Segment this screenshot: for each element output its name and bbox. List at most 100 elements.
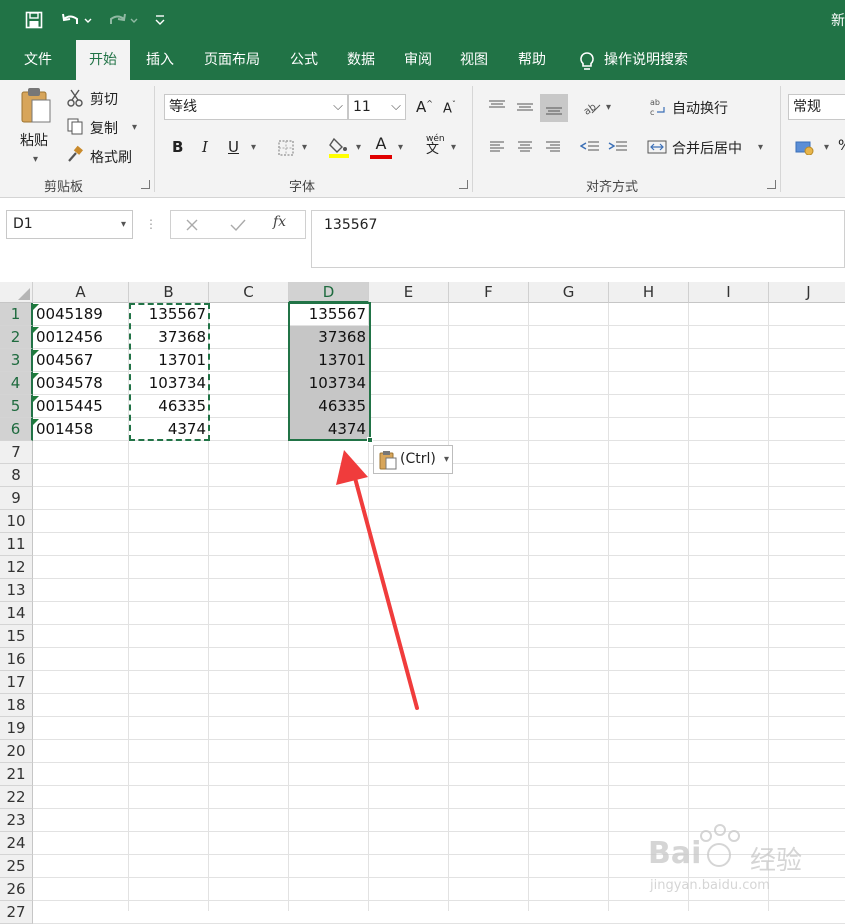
error-indicator-icon[interactable] [33, 419, 39, 425]
grow-font-button[interactable]: A^ [416, 98, 433, 116]
row-header-3[interactable]: 3 [0, 349, 33, 372]
row-header-8[interactable]: 8 [0, 464, 33, 487]
row-header-11[interactable]: 11 [0, 533, 33, 556]
row-header-23[interactable]: 23 [0, 809, 33, 832]
font-size-dropdown[interactable]: 11 ⌵ [348, 94, 406, 120]
decrease-indent-icon[interactable] [578, 134, 602, 160]
percent-style-button[interactable]: % [838, 138, 845, 154]
accounting-dropdown-icon[interactable]: ▾ [824, 142, 829, 153]
column-header-h[interactable]: H [609, 282, 689, 303]
column-header-f[interactable]: F [449, 282, 529, 303]
undo-icon[interactable] [58, 8, 94, 32]
row-header-5[interactable]: 5 [0, 395, 33, 418]
number-format-dropdown[interactable]: 常规 [788, 94, 845, 120]
clipboard-dialog-launcher-icon[interactable] [141, 180, 150, 189]
column-header-g[interactable]: G [529, 282, 609, 303]
wrap-text-button[interactable]: 自动换行 [672, 98, 728, 118]
tab-help[interactable]: 帮助 [508, 40, 556, 80]
row-header-12[interactable]: 12 [0, 556, 33, 579]
bold-button[interactable]: B [172, 138, 183, 156]
shrink-font-button[interactable]: Aˇ [443, 100, 456, 116]
redo-icon[interactable] [104, 8, 140, 32]
row-header-7[interactable]: 7 [0, 441, 33, 464]
orientation-dropdown-icon[interactable]: ▾ [606, 102, 611, 113]
row-header-14[interactable]: 14 [0, 602, 33, 625]
row-header-22[interactable]: 22 [0, 786, 33, 809]
cell-a5[interactable]: 0015445 [33, 395, 129, 418]
enter-icon[interactable] [227, 214, 249, 236]
name-box[interactable]: D1 ▾ [6, 210, 133, 239]
italic-button[interactable]: I [202, 138, 208, 156]
paste-options-button[interactable]: (Ctrl) ▾ [373, 445, 453, 474]
row-header-18[interactable]: 18 [0, 694, 33, 717]
tab-file[interactable]: 文件 [10, 40, 66, 80]
font-dialog-launcher-icon[interactable] [459, 180, 468, 189]
orientation-icon[interactable]: ab [580, 94, 604, 120]
cell-a2[interactable]: 0012456 [33, 326, 129, 349]
cell-a4[interactable]: 0034578 [33, 372, 129, 395]
fill-color-dropdown-icon[interactable]: ▾ [356, 142, 361, 153]
underline-button[interactable]: U [228, 138, 239, 156]
bottom-align-icon[interactable] [540, 94, 568, 122]
tab-data[interactable]: 数据 [336, 40, 386, 80]
row-header-27[interactable]: 27 [0, 901, 33, 924]
row-header-10[interactable]: 10 [0, 510, 33, 533]
formula-bar-grip-icon[interactable]: ⋮ [145, 214, 157, 234]
cell-a3[interactable]: 004567 [33, 349, 129, 372]
underline-dropdown-icon[interactable]: ▾ [251, 142, 256, 153]
column-header-a[interactable]: A [33, 282, 129, 303]
merge-dropdown-icon[interactable]: ▾ [758, 142, 763, 153]
name-box-dropdown-icon[interactable]: ▾ [121, 211, 126, 238]
font-color-dropdown-icon[interactable]: ▾ [398, 142, 403, 153]
font-name-dropdown[interactable]: 等线 ⌵ [164, 94, 348, 120]
middle-align-icon[interactable] [512, 94, 538, 120]
formula-input[interactable]: 135567 [311, 210, 845, 268]
row-header-16[interactable]: 16 [0, 648, 33, 671]
error-indicator-icon[interactable] [33, 327, 39, 333]
align-center-icon[interactable] [514, 134, 536, 160]
cancel-icon[interactable] [181, 214, 203, 236]
row-header-25[interactable]: 25 [0, 855, 33, 878]
top-align-icon[interactable] [484, 94, 510, 120]
row-header-1[interactable]: 1 [0, 303, 33, 326]
worksheet-grid[interactable]: ABCDEFGHIJ 1 2 3 4 5 6 7 8 9 10 11 12 13 14 15 16 17 18 19… [0, 282, 845, 924]
column-header-e[interactable]: E [369, 282, 449, 303]
cell-a1[interactable]: 0045189 [33, 303, 129, 326]
insert-function-button[interactable]: fx [273, 214, 286, 230]
row-header-17[interactable]: 17 [0, 671, 33, 694]
merge-center-button[interactable]: 合并后居中 [672, 138, 742, 158]
tab-review[interactable]: 审阅 [394, 40, 442, 80]
tab-formulas[interactable]: 公式 [280, 40, 328, 80]
row-header-15[interactable]: 15 [0, 625, 33, 648]
row-header-21[interactable]: 21 [0, 763, 33, 786]
column-header-j[interactable]: J [769, 282, 845, 303]
align-right-icon[interactable] [542, 134, 564, 160]
row-header-6[interactable]: 6 [0, 418, 33, 441]
customize-quick-access-icon[interactable] [150, 8, 170, 32]
error-indicator-icon[interactable] [33, 350, 39, 356]
align-left-icon[interactable] [486, 134, 508, 160]
border-icon[interactable] [276, 138, 296, 158]
format-painter-button[interactable]: 格式刷 [90, 147, 132, 167]
cell-a6[interactable]: 001458 [33, 418, 129, 441]
column-header-c[interactable]: C [209, 282, 289, 303]
paste-dropdown-icon[interactable]: ▾ [33, 154, 38, 165]
tab-page-layout[interactable]: 页面布局 [194, 40, 270, 80]
alignment-dialog-launcher-icon[interactable] [767, 180, 776, 189]
row-header-4[interactable]: 4 [0, 372, 33, 395]
save-icon[interactable] [22, 8, 46, 32]
copy-button[interactable]: 复制 [90, 118, 118, 138]
tab-view[interactable]: 视图 [450, 40, 498, 80]
accounting-format-icon[interactable] [794, 136, 816, 158]
fill-color-icon[interactable] [328, 134, 350, 160]
phonetic-guide-button[interactable]: wén 文 [426, 134, 445, 156]
fill-handle[interactable] [367, 437, 373, 443]
paste-icon[interactable] [16, 86, 56, 126]
column-header-i[interactable]: I [689, 282, 769, 303]
error-indicator-icon[interactable] [33, 373, 39, 379]
tab-home[interactable]: 开始 [76, 40, 130, 80]
border-dropdown-icon[interactable]: ▾ [302, 142, 307, 153]
row-header-19[interactable]: 19 [0, 717, 33, 740]
cut-button[interactable]: 剪切 [90, 89, 118, 109]
phonetic-dropdown-icon[interactable]: ▾ [451, 142, 456, 153]
